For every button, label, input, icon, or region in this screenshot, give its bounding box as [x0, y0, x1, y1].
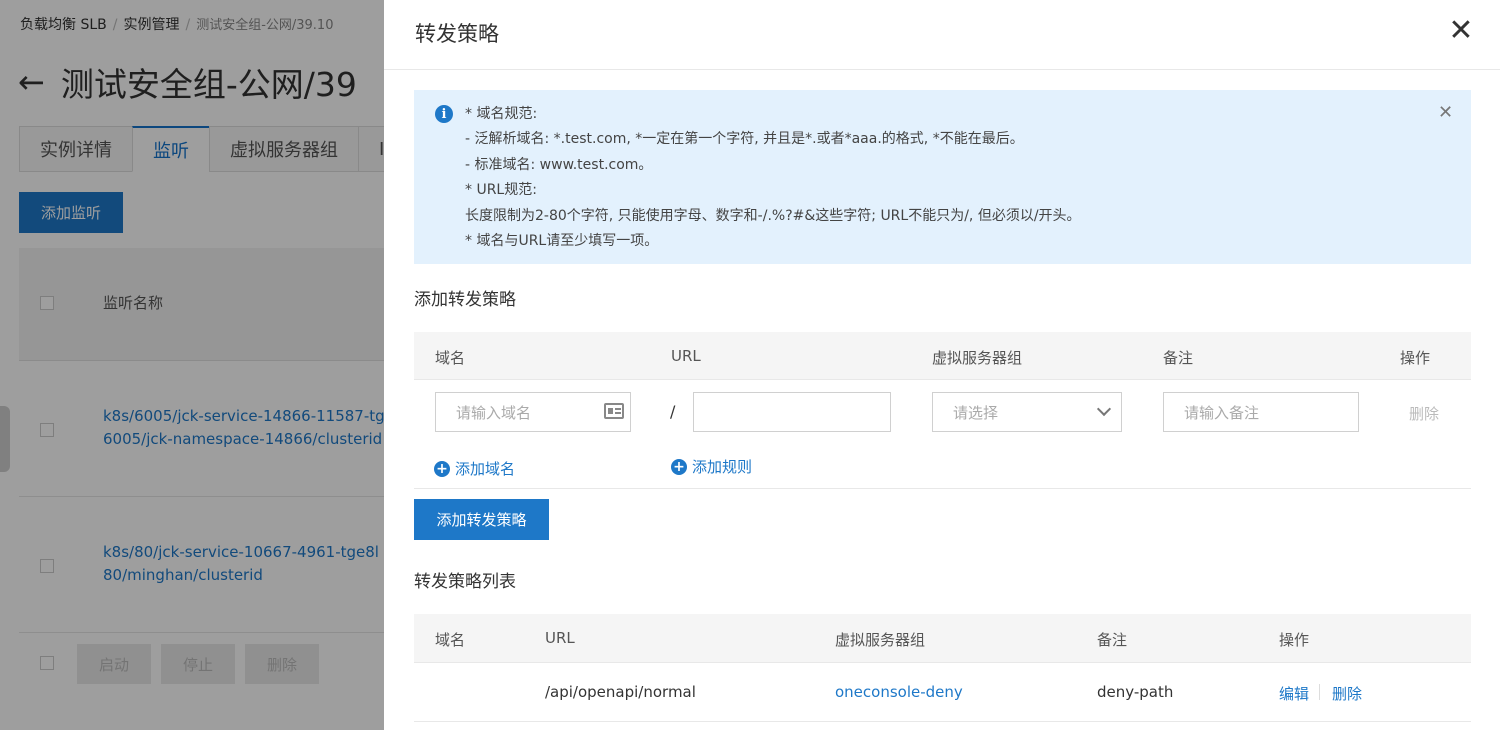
close-icon[interactable]: ✕	[1438, 104, 1453, 122]
column-header-domain: 域名	[435, 349, 466, 367]
column-header-url: URL	[671, 347, 701, 365]
notice-line: * 域名规范:	[465, 106, 538, 122]
drawer-header: 转发策略 ✕	[384, 0, 1500, 70]
column-header-server-group: 虚拟服务器组	[932, 349, 1023, 367]
edit-policy-link[interactable]: 编辑	[1279, 683, 1309, 704]
column-header-action: 操作	[1400, 349, 1431, 367]
remark-input[interactable]: 请输入备注	[1163, 392, 1359, 432]
id-card-icon[interactable]	[604, 403, 624, 419]
close-icon[interactable]: ✕	[1444, 14, 1478, 48]
list-header-domain: 域名	[435, 631, 466, 649]
form-divider	[414, 488, 1471, 489]
remark-placeholder: 请输入备注	[1184, 403, 1260, 422]
add-rule-label: 添加规则	[692, 458, 753, 476]
list-header-url: URL	[545, 629, 575, 647]
notice-line: * 域名与URL请至少填写一项。	[465, 233, 659, 250]
add-policy-section-title: 添加转发策略	[414, 290, 516, 310]
notice-line: * URL规范:	[465, 182, 537, 199]
add-policy-button[interactable]: 添加转发策略	[414, 499, 549, 540]
list-row-divider	[414, 721, 1471, 722]
policy-remark-cell: deny-path	[1097, 683, 1174, 701]
list-header-remark: 备注	[1097, 631, 1128, 649]
domain-placeholder: 请输入域名	[456, 403, 532, 422]
list-header-server-group: 虚拟服务器组	[835, 631, 926, 649]
plus-circle-icon: +	[434, 460, 450, 477]
list-header-action: 操作	[1279, 631, 1310, 649]
add-domain-link[interactable]: + 添加域名	[434, 458, 515, 479]
notice-panel: i * 域名规范: - 泛解析域名: *.test.com, *一定在第一个字符…	[414, 90, 1471, 264]
policy-server-group-link[interactable]: oneconsole-deny	[835, 683, 963, 701]
action-separator	[1319, 684, 1320, 700]
add-rule-link[interactable]: + 添加规则	[671, 456, 752, 477]
url-prefix: /	[670, 402, 676, 421]
notice-text: * 域名规范: - 泛解析域名: *.test.com, *一定在第一个字符, …	[465, 102, 1081, 254]
server-group-select[interactable]: 请选择	[932, 392, 1122, 432]
policy-url-cell: /api/openapi/normal	[545, 683, 696, 701]
forwarding-policy-drawer: 转发策略 ✕ i * 域名规范: - 泛解析域名: *.test.com, *一…	[384, 0, 1500, 730]
drawer-title: 转发策略	[415, 22, 499, 46]
notice-line: - 标准域名: www.test.com。	[465, 156, 653, 173]
server-group-placeholder: 请选择	[953, 403, 999, 422]
policy-list-title: 转发策略列表	[414, 572, 516, 592]
chevron-down-icon	[1096, 401, 1112, 417]
info-icon: i	[435, 105, 453, 123]
notice-line: - 泛解析域名: *.test.com, *一定在第一个字符, 并且是*.或者*…	[465, 131, 1024, 148]
column-header-remark: 备注	[1163, 349, 1194, 367]
delete-policy-link[interactable]: 删除	[1332, 683, 1362, 704]
delete-row-button[interactable]: 删除	[1409, 403, 1439, 424]
notice-line: 长度限制为2-80个字符, 只能使用字母、数字和-/.%?#&这些字符; URL…	[465, 207, 1081, 224]
add-domain-label: 添加域名	[455, 460, 516, 478]
domain-input[interactable]: 请输入域名	[435, 392, 631, 432]
url-input[interactable]	[693, 392, 891, 432]
plus-circle-icon: +	[671, 458, 687, 475]
